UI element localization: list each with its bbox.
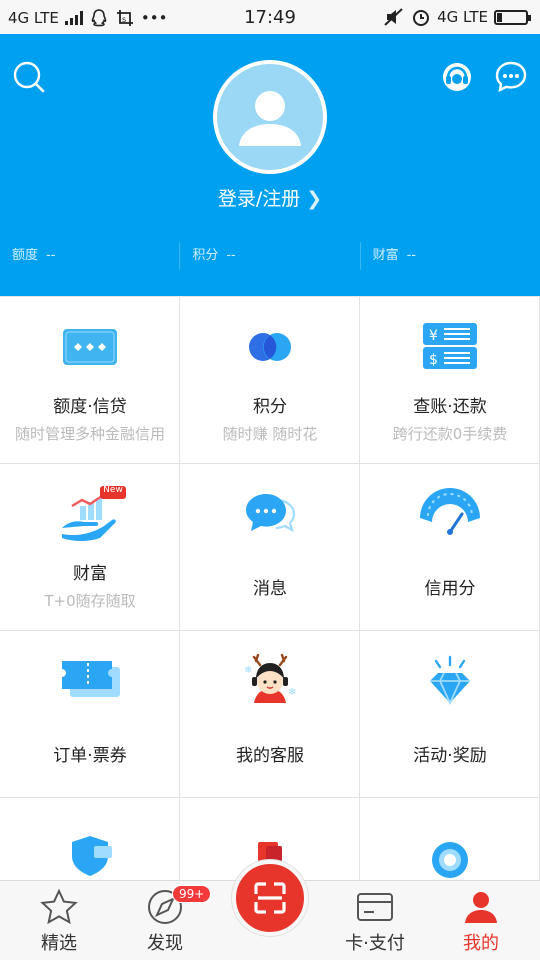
stat-label: 额度 [12,248,39,263]
stat-points[interactable]: 积分 -- [180,242,361,270]
login-register-label: 登录/注册 [217,188,301,210]
scan-icon [254,882,286,914]
status-right: 4G LTE [383,7,531,27]
grid-item-subtitle: T+0随存随取 [44,592,136,610]
message-bubble-icon [246,494,296,533]
tab-card-pay[interactable]: 卡·支付 [320,881,430,960]
profile-header: 登录/注册 ❯ 额度 -- 积分 -- 财富 -- [0,34,540,296]
battery-icon [494,9,531,25]
chevron-right-icon: ❯ [306,188,323,210]
stat-label: 积分 [192,248,219,263]
grid-item-title: 我的客服 [236,746,304,766]
stat-value: -- [226,248,236,263]
tab-label: 发现 [147,933,183,954]
tab-label: 我的 [463,933,499,954]
customer-service-icon: ❄ ❄ [244,653,296,703]
star-icon [40,888,78,925]
grid-item-subtitle: 随时管理多种金融信用 [14,425,165,443]
svg-text:¥: ¥ [429,328,438,344]
stat-wealth[interactable]: 财富 -- [361,242,540,270]
credit-gauge-icon [420,488,480,535]
scan-button[interactable] [232,860,308,936]
avatar[interactable] [213,60,327,174]
alarm-icon [413,10,430,26]
tab-mine[interactable]: 我的 [426,881,536,960]
chat-icon[interactable] [494,60,528,94]
grid-item-credit[interactable]: 额度·信贷 随时管理多种金融信用 [0,297,180,464]
grid-item-title: 信用分 [424,579,476,599]
grid-item-title: 订单·票券 [53,746,127,766]
grid-item-security[interactable] [0,798,180,880]
tab-discover[interactable]: 99+ 发现 [110,881,220,960]
svg-text:❄: ❄ [244,665,252,676]
stat-value: -- [46,248,56,263]
mute-icon [384,8,403,26]
stat-label: 财富 [372,248,399,263]
svg-text:$: $ [429,352,438,368]
grid-item-orders[interactable]: 订单·票券 [0,631,180,798]
bill-icon: ¥ $ [423,323,477,369]
grid-item-subtitle: 随时赚 随时花 [222,425,318,443]
grid-item-bill[interactable]: ¥ $ 查账·还款 跨行还款0手续费 [360,297,540,464]
service-grid: 额度·信贷 随时管理多种金融信用 积分 随时赚 随时花 ¥ $ 查账·还款 跨行… [0,296,540,880]
svg-text:❄: ❄ [288,687,296,698]
grid-item-title: 活动·奖励 [413,746,487,766]
tab-featured[interactable]: 精选 [4,881,114,960]
grid-item-messages[interactable]: 消息 [180,464,360,631]
shield-card-icon [72,836,112,876]
card-icon [357,893,393,921]
new-badge: New [103,485,123,495]
tab-label: 精选 [41,933,77,954]
stat-value: -- [406,248,417,263]
stat-quota[interactable]: 额度 -- [0,242,181,270]
grid-item-customer-service[interactable]: ❄ ❄ 我的客服 [180,631,360,798]
account-stats: 额度 -- 积分 -- 财富 -- [0,242,540,270]
ticket-icon [62,661,120,697]
grid-item-title: 财富 [73,564,107,584]
grid-item-title: 额度·信贷 [53,397,127,417]
network-label-right: 4G LTE [437,8,488,26]
grid-item-title: 查账·还款 [413,397,487,417]
points-circles-icon [249,333,291,361]
tab-label: 卡·支付 [345,933,405,954]
grid-item-points[interactable]: 积分 随时赚 随时花 [180,297,360,464]
diamond-icon [430,655,470,706]
gear-icon [432,842,468,878]
default-user-icon [239,91,301,146]
status-bar: 4G LTE s ••• 17:49 4G LTE [0,0,540,34]
login-register-link[interactable]: 登录/注册 ❯ [0,184,540,211]
search-icon[interactable] [12,60,46,94]
notification-badge: 99+ [172,885,212,903]
grid-item-title: 消息 [253,579,287,599]
headset-service-icon[interactable] [440,60,474,94]
credit-card-icon [63,329,117,365]
grid-item-credit-score[interactable]: 信用分 [360,464,540,631]
grid-item-title: 积分 [253,397,287,417]
grid-item-wealth[interactable]: New 财富 T+0随存随取 [0,464,180,631]
grid-item-activities[interactable]: 活动·奖励 [360,631,540,798]
person-icon [465,892,497,923]
grid-item-settings[interactable] [360,798,540,880]
grid-item-subtitle: 跨行还款0手续费 [392,425,508,443]
